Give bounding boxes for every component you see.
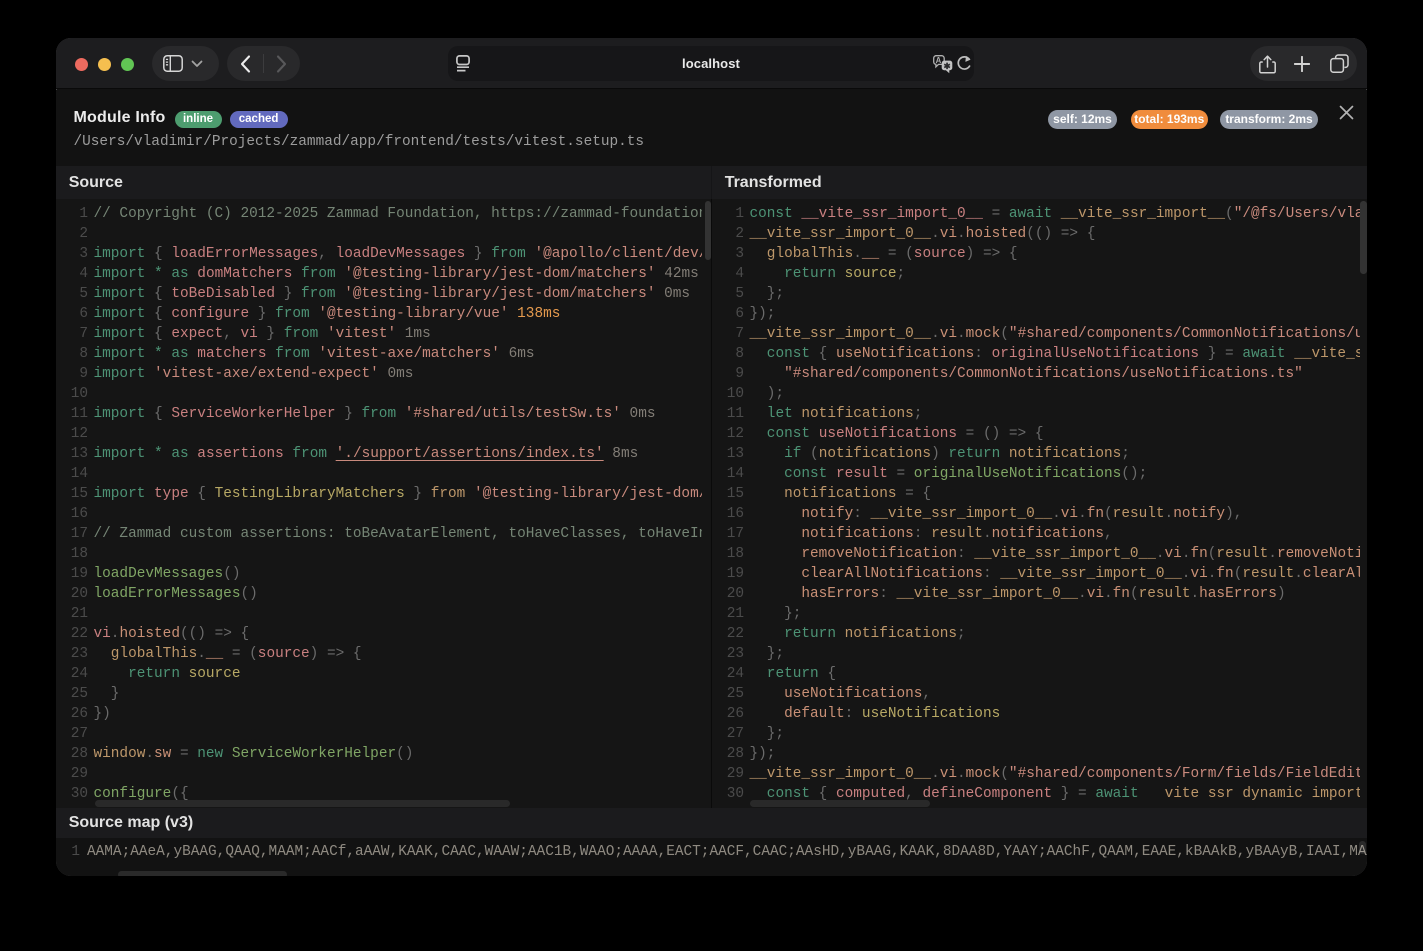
svg-text:✱: ✱: [943, 61, 951, 71]
svg-text:A: A: [935, 56, 941, 65]
